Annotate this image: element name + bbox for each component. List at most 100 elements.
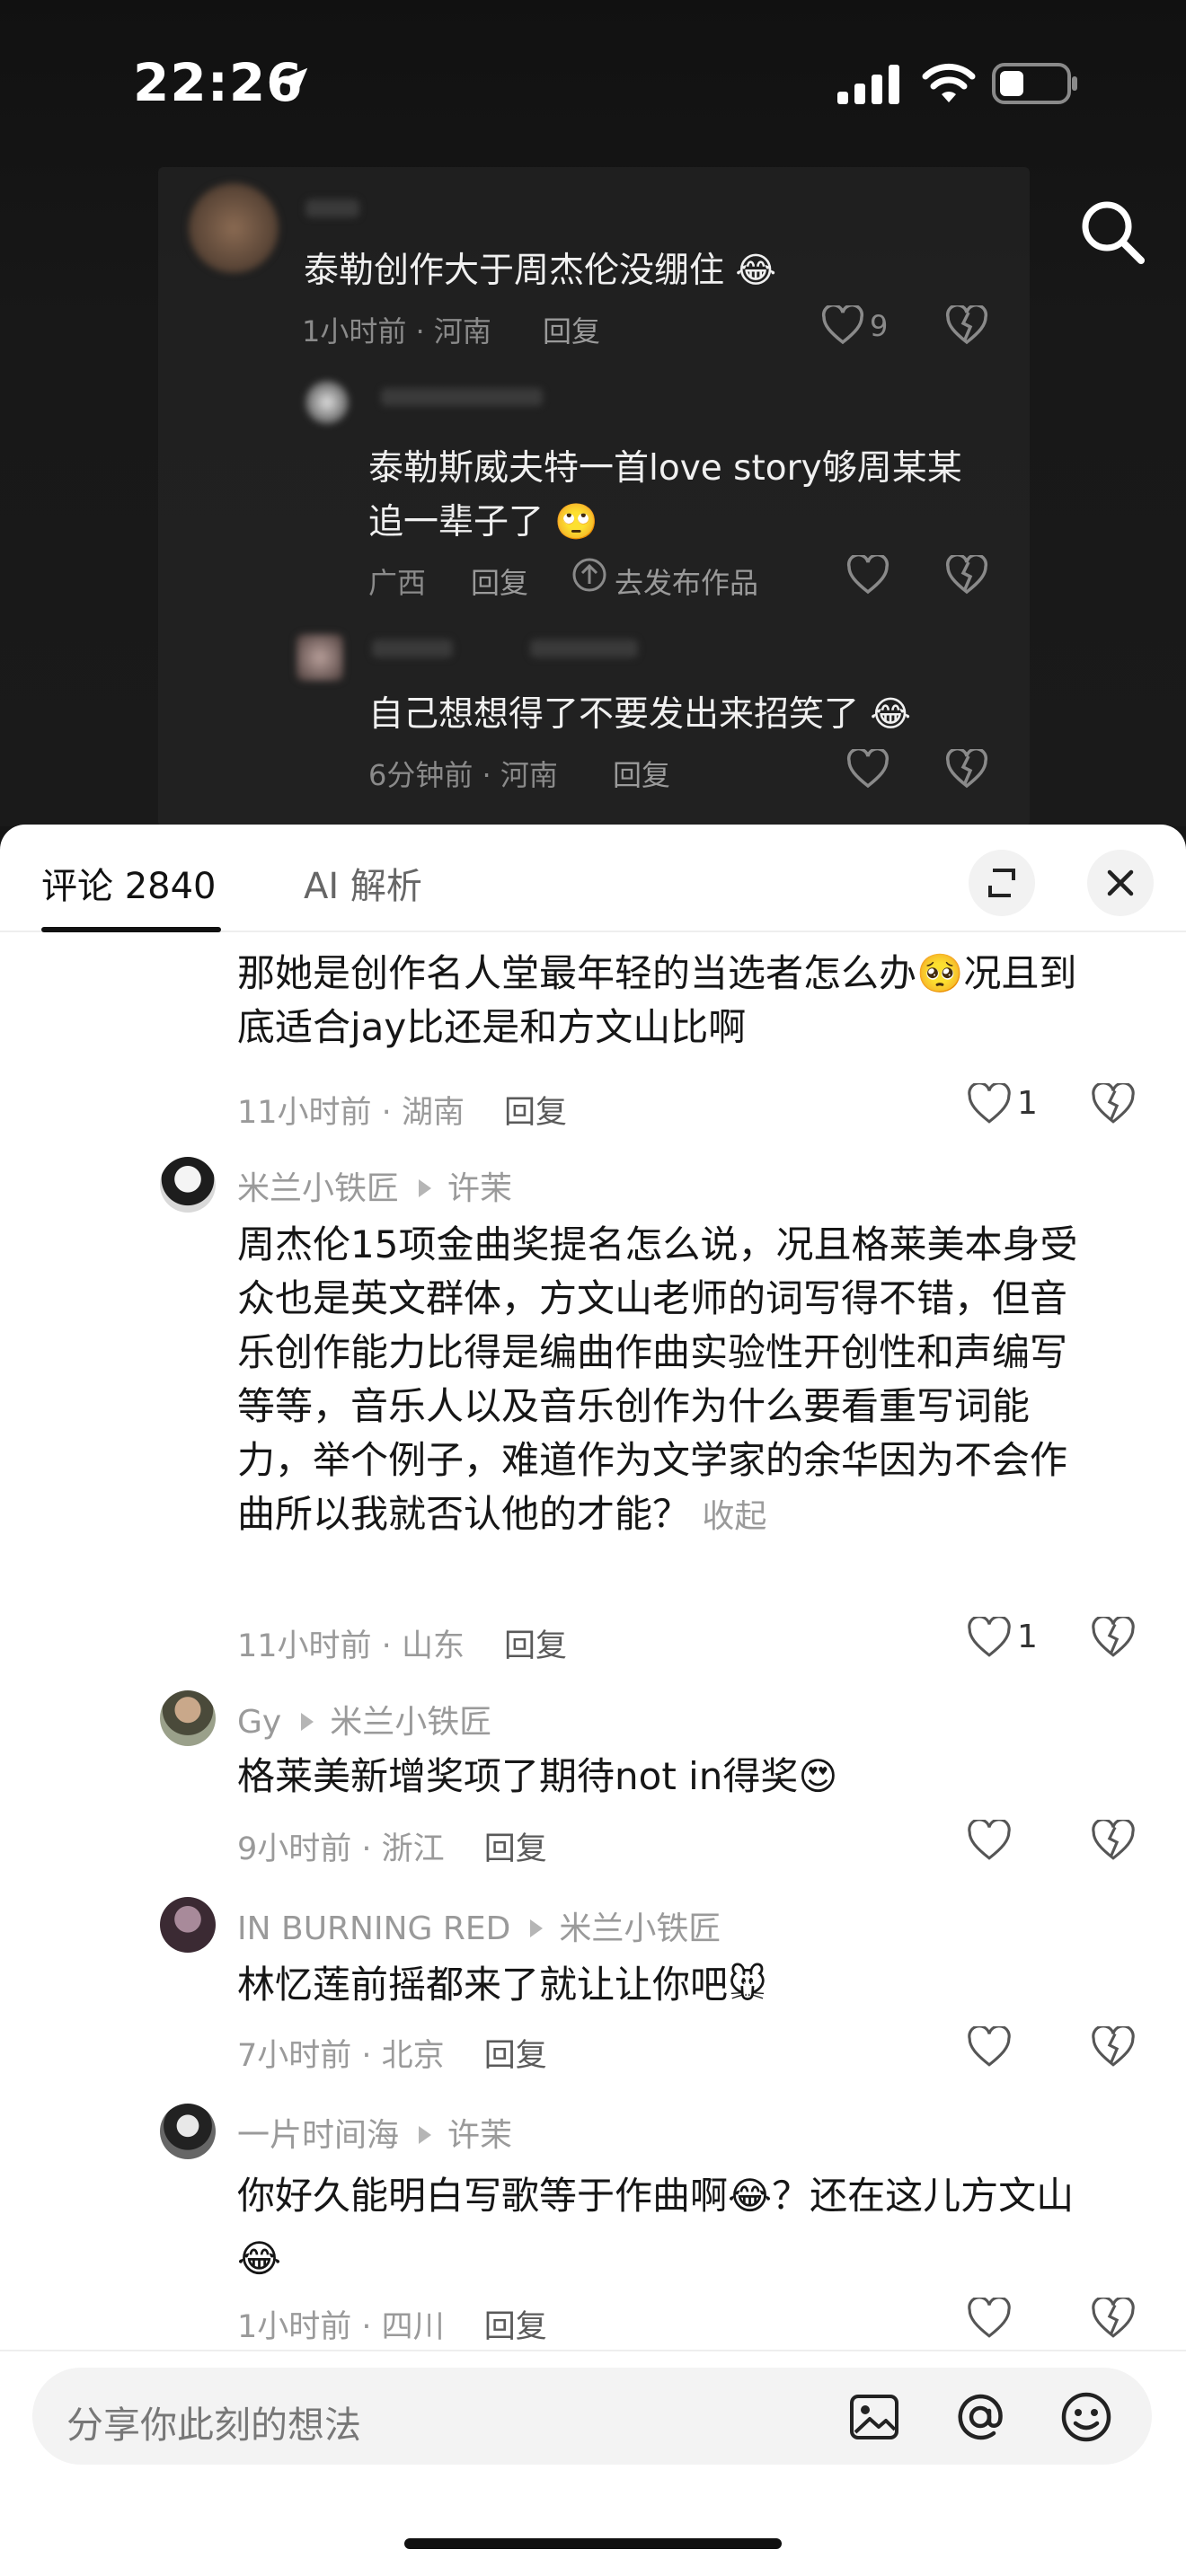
mickey-emoji-icon: 🐭	[728, 1963, 767, 2007]
reply-button[interactable]: 回复	[504, 1628, 567, 1664]
comment-meta: 11小时前 · 湖南 回复	[237, 1095, 567, 1131]
publish-work-link[interactable]: 去发布作品	[615, 560, 758, 602]
reply-to-arrow-icon	[419, 2126, 432, 2144]
dislike-icon[interactable]	[1091, 2025, 1136, 2071]
reply-region: 广西	[368, 566, 427, 600]
blurred-username	[530, 640, 638, 657]
expand-icon[interactable]	[969, 850, 1035, 916]
status-bar: 22:26	[0, 0, 1186, 162]
avatar[interactable]	[160, 1897, 216, 1953]
cellular-signal-icon	[837, 65, 900, 108]
video-background: 22:26 泰勒创作大于周杰伦没绷住 😂 1小时前 · 河南 回复 9 泰勒斯威…	[0, 0, 1186, 826]
reply-to-username[interactable]: 许茉	[447, 1170, 512, 1207]
laughing-crying-emoji-icon: 😂	[728, 2174, 773, 2218]
tab-comments[interactable]: 评论 2840	[41, 857, 217, 909]
comment-input-placeholder: 分享你此刻的想法	[66, 2404, 361, 2447]
reply-to-arrow-icon	[301, 1713, 314, 1731]
comment-text: 林忆莲前摇都来了就让让你吧🐭	[237, 1963, 767, 2007]
like-icon[interactable]	[967, 1818, 1012, 1865]
avatar[interactable]	[160, 1690, 216, 1746]
reply-button[interactable]: 回复	[471, 560, 528, 602]
like-count: 1	[1017, 1619, 1038, 1655]
dislike-icon[interactable]	[1091, 1615, 1136, 1662]
battery-icon	[992, 63, 1078, 108]
avatar	[305, 381, 349, 424]
comment-text: 格莱美新增奖项了期待not in得奖😍	[237, 1754, 838, 1798]
dislike-icon[interactable]	[1091, 1081, 1136, 1128]
comment-meta: 1小时前 · 四川 回复	[237, 2309, 547, 2345]
blurred-username	[381, 388, 543, 406]
comment-text: 周杰伦15项金曲奖提名怎么说，况且格莱美本身受 众也是英文群体，方文山老师的词写…	[237, 1222, 1078, 1536]
avatar[interactable]	[160, 1157, 216, 1213]
like-icon[interactable]	[846, 553, 890, 598]
username[interactable]: 米兰小铁匠	[237, 1170, 399, 1207]
publish-up-arrow-icon	[571, 557, 607, 596]
comment-sheet: 评论 2840 AI 解析 那她是创作名人堂最年轻的当选者怎么办🥺况且到 底适合…	[0, 825, 1186, 2576]
username[interactable]: 一片时间海	[237, 2117, 399, 2154]
reply-button[interactable]: 回复	[484, 2309, 547, 2345]
username[interactable]: Gy	[237, 1704, 281, 1741]
avatar[interactable]	[160, 2104, 216, 2159]
dislike-icon[interactable]	[1091, 1818, 1136, 1865]
comment-header: 米兰小铁匠 许茉	[237, 1162, 512, 1209]
reply-to-username[interactable]: 米兰小铁匠	[330, 1704, 491, 1741]
collapse-button[interactable]: 收起	[702, 1498, 766, 1535]
like-count: 1	[1017, 1085, 1038, 1122]
reply-to-username[interactable]: 米兰小铁匠	[559, 1910, 721, 1947]
reply-text-line: 追一辈子了 🙄	[368, 502, 598, 543]
eye-roll-emoji-icon: 🙄	[554, 502, 598, 543]
comment-header: IN BURNING RED 米兰小铁匠	[237, 1902, 721, 1949]
at-mention-icon[interactable]	[952, 2389, 1008, 2445]
comment-meta: 7小时前 · 北京 回复	[237, 2038, 547, 2074]
reply-to-username[interactable]: 许茉	[447, 2117, 512, 2154]
like-icon[interactable]	[967, 1615, 1012, 1662]
wifi-icon	[922, 63, 976, 108]
blurred-username	[372, 640, 453, 657]
location-arrow-icon	[271, 63, 313, 108]
comment-meta: 1小时前 · 河南	[302, 314, 491, 348]
emoji-icon[interactable]	[1058, 2389, 1114, 2445]
reply-button[interactable]: 回复	[484, 2038, 547, 2074]
tab-ai-analysis[interactable]: AI 解析	[304, 857, 422, 909]
dislike-icon[interactable]	[945, 304, 988, 348]
avatar	[189, 183, 279, 273]
laughing-crying-emoji-icon: 😂	[870, 694, 911, 735]
laughing-crying-emoji-icon: 😂	[735, 251, 776, 291]
like-icon[interactable]	[967, 2296, 1012, 2342]
username[interactable]: IN BURNING RED	[237, 1910, 510, 1947]
like-count: 9	[870, 309, 889, 343]
close-icon[interactable]	[1087, 850, 1154, 916]
reply-to-arrow-icon	[419, 1179, 432, 1197]
comment-meta: 9小时前 · 浙江 回复	[237, 1831, 547, 1867]
dislike-icon[interactable]	[1091, 2296, 1136, 2342]
comment-tabs: 评论 2840 AI 解析	[0, 825, 1186, 932]
like-icon[interactable]	[846, 747, 890, 792]
home-indicator	[404, 2538, 782, 2549]
avatar	[296, 634, 343, 681]
dislike-icon[interactable]	[945, 747, 988, 792]
laughing-crying-emoji-icon: 😂	[237, 2236, 282, 2280]
reply-button[interactable]: 回复	[504, 1095, 567, 1131]
search-icon[interactable]	[1076, 196, 1148, 268]
reply-text-line: 泰勒斯威夫特一首love story够周某某	[368, 448, 962, 489]
reply-text: 自己想想得了不要发出来招笑了 😂	[368, 694, 911, 735]
like-icon[interactable]	[967, 2025, 1012, 2071]
like-icon[interactable]	[821, 304, 864, 348]
like-icon[interactable]	[967, 1081, 1012, 1128]
comment-text: 你好久能明白写歌等于作曲啊😂？还在这儿方文山 😂	[237, 2174, 1075, 2280]
dislike-icon[interactable]	[945, 553, 988, 598]
input-divider	[0, 2350, 1186, 2351]
reply-button[interactable]: 回复	[484, 1831, 547, 1867]
active-tab-indicator	[41, 927, 221, 932]
heart-eyes-emoji-icon: 😍	[798, 1754, 838, 1798]
blurred-username	[305, 199, 359, 217]
reply-button[interactable]: 回复	[543, 309, 600, 350]
comment-text: 那她是创作名人堂最年轻的当选者怎么办🥺况且到 底适合jay比还是和方文山比啊	[237, 951, 1077, 1049]
image-icon[interactable]	[846, 2389, 902, 2445]
comment-text: 泰勒创作大于周杰伦没绷住 😂	[304, 251, 776, 291]
reply-button[interactable]: 回复	[613, 753, 670, 794]
comment-meta: 11小时前 · 山东 回复	[237, 1628, 567, 1664]
comment-header: Gy 米兰小铁匠	[237, 1696, 491, 1742]
comment-input[interactable]: 分享你此刻的想法	[32, 2368, 1152, 2465]
comment-header: 一片时间海 许茉	[237, 2109, 512, 2156]
